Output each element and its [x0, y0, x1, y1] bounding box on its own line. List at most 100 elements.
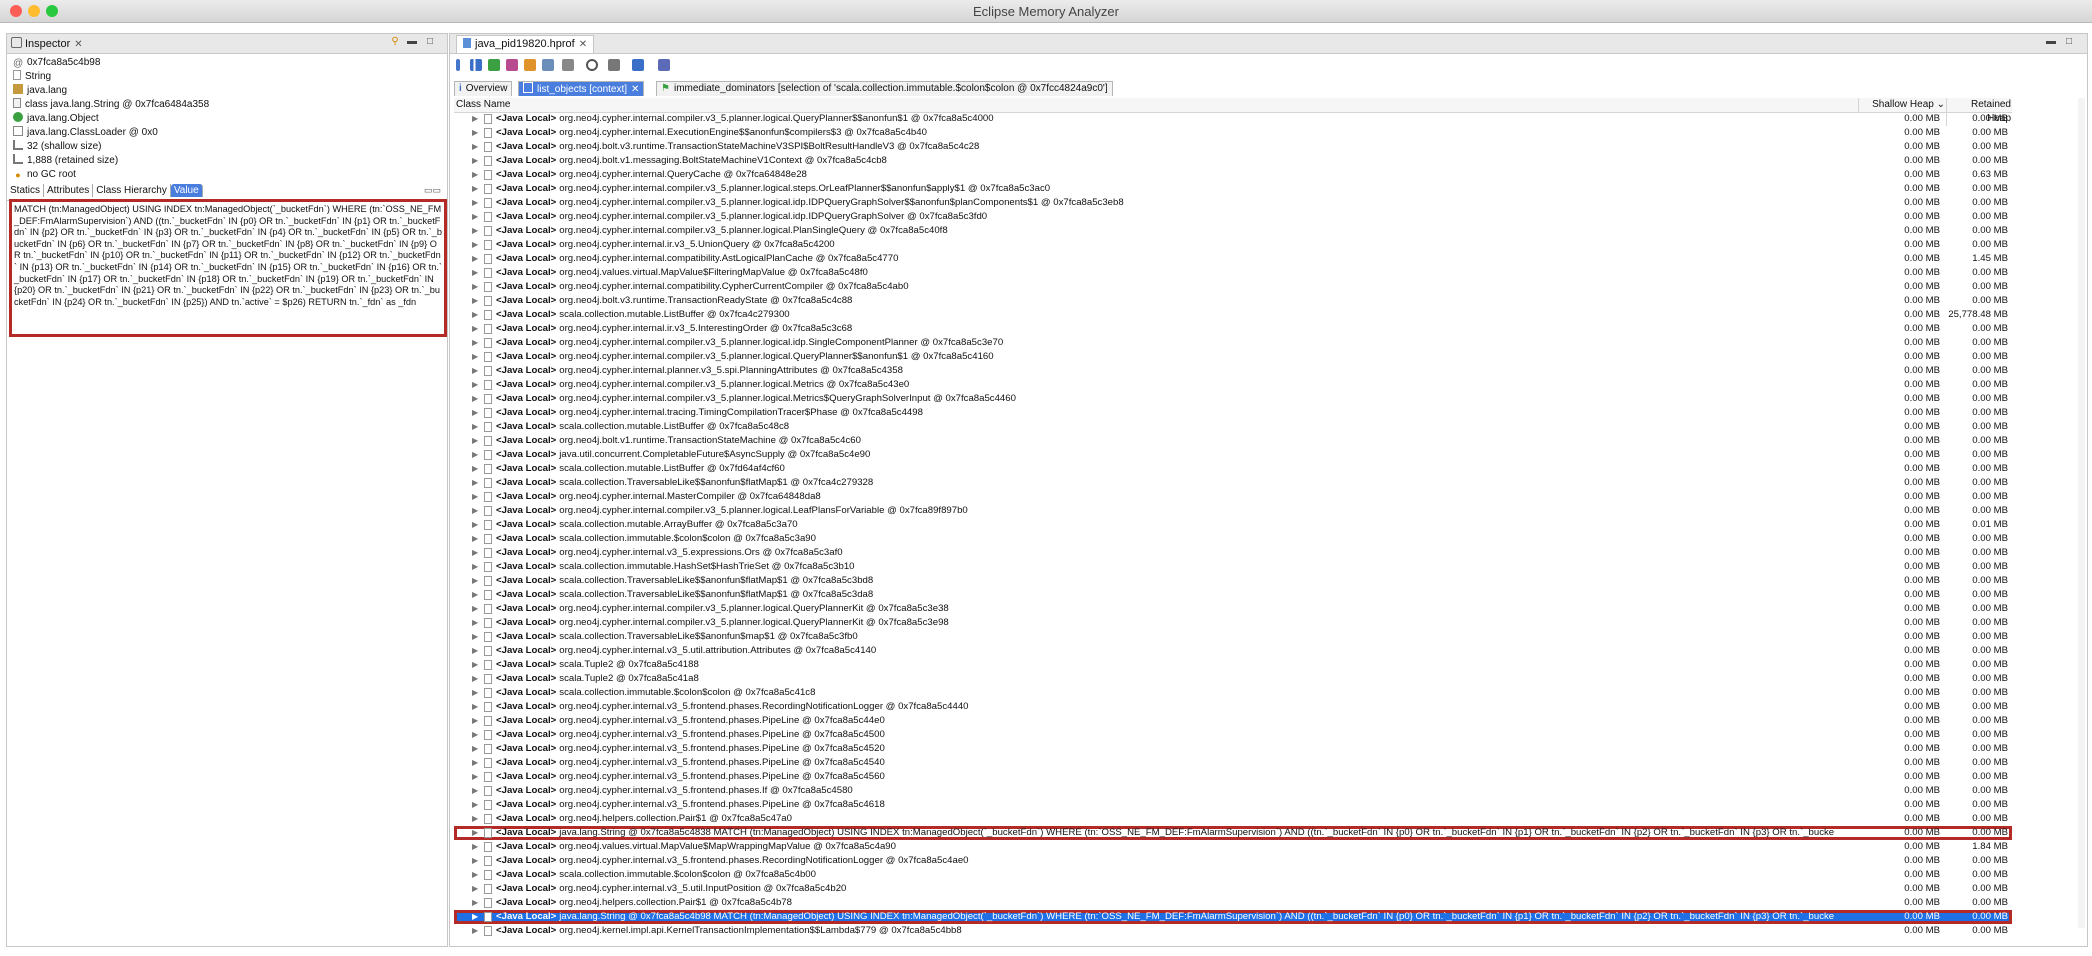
expand-arrow-icon[interactable]: ▶ [472, 602, 478, 616]
expand-arrow-icon[interactable]: ▶ [472, 840, 478, 854]
table-row[interactable]: ▶ <Java Local> org.neo4j.values.virtual.Ma… [454, 840, 2012, 854]
expand-arrow-icon[interactable]: ▶ [472, 448, 478, 462]
expand-arrow-icon[interactable]: ▶ [472, 784, 478, 798]
table-row[interactable]: ▶ <Java Local> scala.collection.immutable.… [454, 686, 2012, 700]
expand-arrow-icon[interactable]: ▶ [472, 616, 478, 630]
column-shallow-heap[interactable]: Shallow Heap ⌄ [1858, 98, 1945, 112]
expand-arrow-icon[interactable]: ▶ [472, 798, 478, 812]
tab-immediate-dominators[interactable]: ⚑ immediate_dominators [selection of 'sca… [656, 81, 1113, 96]
expand-arrow-icon[interactable]: ▶ [472, 406, 478, 420]
table-row[interactable]: ▶ <Java Local> org.neo4j.cypher.internal.v… [454, 798, 2012, 812]
minimize-view-button[interactable]: ▬ [407, 37, 417, 47]
expand-arrow-icon[interactable]: ▶ [472, 854, 478, 868]
table-row[interactable]: ▶ <Java Local> org.neo4j.cypher.internal.c… [454, 392, 2012, 406]
table-row[interactable]: ▶ <Java Local> org.neo4j.bolt.v1.runtime.T… [454, 434, 2012, 448]
table-row[interactable]: ▶ <Java Local> org.neo4j.bolt.v1.messaging… [454, 154, 2012, 168]
expand-arrow-icon[interactable]: ▶ [472, 322, 478, 336]
expand-arrow-icon[interactable]: ▶ [472, 238, 478, 252]
histogram-icon[interactable] [470, 59, 482, 71]
expand-arrow-icon[interactable]: ▶ [472, 504, 478, 518]
vertical-scrollbar[interactable] [2078, 98, 2085, 928]
close-icon[interactable]: ✕ [631, 84, 639, 95]
table-row[interactable]: ▶ <Java Local> scala.collection.mutable.Ar… [454, 518, 2012, 532]
expand-arrow-icon[interactable]: ▶ [472, 266, 478, 280]
table-row[interactable]: ▶ <Java Local> scala.collection.Traversabl… [454, 630, 2012, 644]
table-row[interactable]: ▶ <Java Local> org.neo4j.cypher.internal.c… [454, 280, 2012, 294]
expand-arrow-icon[interactable]: ▶ [472, 378, 478, 392]
tab-class-hierarchy[interactable]: Class Hierarchy [93, 184, 171, 197]
expand-arrow-icon[interactable]: ▶ [472, 630, 478, 644]
expand-arrow-icon[interactable]: ▶ [472, 588, 478, 602]
table-row[interactable]: ▶ <Java Local> org.neo4j.cypher.internal.c… [454, 252, 2012, 266]
table-row[interactable]: ▶ <Java Local> org.neo4j.cypher.internal.E… [454, 126, 2012, 140]
expand-arrow-icon[interactable]: ▶ [472, 168, 478, 182]
table-row[interactable]: ▶ <Java Local> org.neo4j.cypher.internal.v… [454, 728, 2012, 742]
group-by-icon[interactable] [608, 59, 620, 71]
expand-arrow-icon[interactable]: ▶ [472, 644, 478, 658]
thread-overview-icon[interactable] [524, 59, 536, 71]
table-row[interactable]: ▶ <Java Local> org.neo4j.cypher.internal.t… [454, 406, 2012, 420]
table-row[interactable]: ▶ <Java Local> org.neo4j.helpers.collectio… [454, 896, 2012, 910]
maximize-editor-button[interactable]: □ [2064, 37, 2074, 47]
expand-arrow-icon[interactable]: ▶ [472, 392, 478, 406]
table-row[interactable]: ▶ <Java Local> org.neo4j.cypher.internal.v… [454, 644, 2012, 658]
tab-value[interactable]: Value [170, 184, 203, 197]
expand-arrow-icon[interactable]: ▶ [472, 490, 478, 504]
expand-arrow-icon[interactable]: ▶ [472, 574, 478, 588]
table-row[interactable]: ▶ <Java Local> org.neo4j.cypher.internal.v… [454, 770, 2012, 784]
expand-arrow-icon[interactable]: ▶ [472, 294, 478, 308]
column-class-name[interactable]: Class Name [456, 98, 510, 112]
expand-arrow-icon[interactable]: ▶ [472, 546, 478, 560]
expand-arrow-icon[interactable]: ▶ [472, 154, 478, 168]
export-icon[interactable] [658, 59, 670, 71]
expand-arrow-icon[interactable]: ▶ [472, 126, 478, 140]
calculate-retained-icon[interactable] [632, 59, 644, 71]
expand-arrow-icon[interactable]: ▶ [472, 112, 478, 126]
table-row[interactable]: ▶ <Java Local> org.neo4j.cypher.internal.M… [454, 490, 2012, 504]
table-row[interactable]: ▶ <Java Local> org.neo4j.cypher.internal.v… [454, 756, 2012, 770]
expand-arrow-icon[interactable]: ▶ [472, 252, 478, 266]
expand-arrow-icon[interactable]: ▶ [472, 700, 478, 714]
expand-arrow-icon[interactable]: ▶ [472, 350, 478, 364]
table-row[interactable]: ▶ <Java Local> scala.collection.immutable.… [454, 868, 2012, 882]
table-row[interactable]: ▶ <Java Local> org.neo4j.cypher.internal.c… [454, 112, 2012, 126]
expand-arrow-icon[interactable]: ▶ [472, 308, 478, 322]
expand-arrow-icon[interactable]: ▶ [472, 756, 478, 770]
table-row[interactable]: ▶ <Java Local> org.neo4j.cypher.internal.c… [454, 602, 2012, 616]
table-row[interactable]: ▶ <Java Local> org.neo4j.cypher.internal.v… [454, 784, 2012, 798]
expand-arrow-icon[interactable]: ▶ [472, 336, 478, 350]
expand-arrow-icon[interactable]: ▶ [472, 868, 478, 882]
expand-arrow-icon[interactable]: ▶ [472, 364, 478, 378]
table-row[interactable]: ▶ <Java Local> org.neo4j.cypher.internal.i… [454, 322, 2012, 336]
table-row[interactable]: ▶ <Java Local> org.neo4j.cypher.internal.c… [454, 196, 2012, 210]
table-row[interactable]: ▶ <Java Local> org.neo4j.cypher.internal.v… [454, 854, 2012, 868]
expand-arrow-icon[interactable]: ▶ [472, 224, 478, 238]
table-row[interactable]: ▶ <Java Local> scala.collection.immutable.… [454, 560, 2012, 574]
heap-dump-tab[interactable]: java_pid19820.hprof ✕ [456, 35, 595, 53]
table-row[interactable]: ▶ <Java Local> org.neo4j.cypher.internal.c… [454, 210, 2012, 224]
table-row[interactable]: ▶ <Java Local> org.neo4j.cypher.internal.v… [454, 700, 2012, 714]
table-row[interactable]: ▶ <Java Local> org.neo4j.cypher.internal.c… [454, 616, 2012, 630]
oql-icon[interactable] [506, 59, 518, 71]
string-value-text[interactable]: MATCH (tn:ManagedObject) USING INDEX tn:… [9, 199, 447, 337]
run-report-icon[interactable] [542, 59, 554, 71]
expand-arrow-icon[interactable]: ▶ [472, 812, 478, 826]
table-row[interactable]: ▶ <Java Local> org.neo4j.cypher.internal.c… [454, 336, 2012, 350]
expand-arrow-icon[interactable]: ▶ [472, 882, 478, 896]
table-row[interactable]: ▶ <Java Local> org.neo4j.cypher.internal.v… [454, 714, 2012, 728]
close-icon[interactable]: ✕ [579, 39, 587, 50]
expand-arrow-icon[interactable]: ▶ [472, 476, 478, 490]
table-row[interactable]: ▶ <Java Local> scala.Tuple2 @ 0x7fca8a5c41… [454, 672, 2012, 686]
expand-arrow-icon[interactable]: ▶ [472, 714, 478, 728]
table-row[interactable]: ▶ <Java Local> org.neo4j.bolt.v3.runtime.T… [454, 140, 2012, 154]
table-row[interactable]: ▶ <Java Local> org.neo4j.cypher.internal.c… [454, 350, 2012, 364]
expand-arrow-icon[interactable]: ▶ [472, 210, 478, 224]
table-row[interactable]: ▶ <Java Local> org.neo4j.cypher.internal.v… [454, 546, 2012, 560]
table-row[interactable]: ▶ <Java Local> org.neo4j.cypher.internal.c… [454, 378, 2012, 392]
expand-arrow-icon[interactable]: ▶ [472, 672, 478, 686]
dominator-tree-icon[interactable] [488, 59, 500, 71]
table-row[interactable]: ▶ <Java Local> org.neo4j.cypher.internal.c… [454, 224, 2012, 238]
expand-arrow-icon[interactable]: ▶ [472, 182, 478, 196]
table-row[interactable]: ▶ <Java Local> org.neo4j.cypher.internal.v… [454, 882, 2012, 896]
expand-arrow-icon[interactable]: ▶ [472, 196, 478, 210]
